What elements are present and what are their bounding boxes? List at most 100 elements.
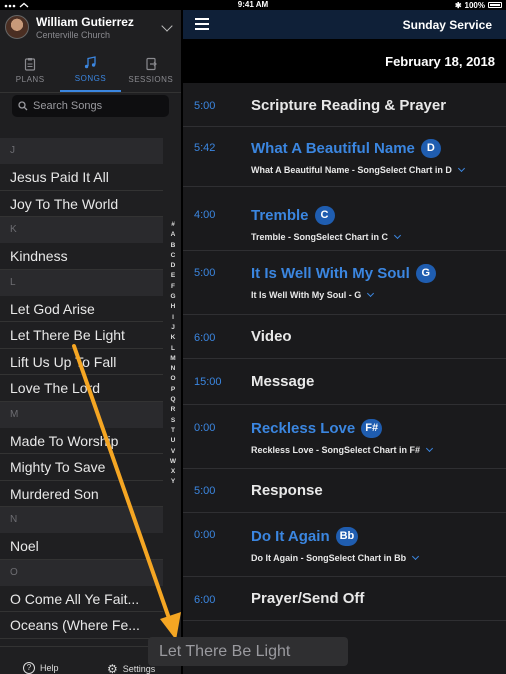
index-letter[interactable]: L (171, 344, 175, 354)
list-item[interactable]: Jesus Paid It All (0, 164, 163, 191)
tab-plans[interactable]: PLANS (0, 48, 60, 92)
list-item[interactable]: Kindness (0, 243, 163, 270)
plan-item-row[interactable]: 5:42 What A Beautiful Name D What A Beautif… (183, 127, 506, 187)
item-title: Response (251, 482, 323, 499)
list-item[interactable]: Lift Us Up To Fall (0, 349, 163, 375)
alphabet-index[interactable]: # A B C D E F G H I J K L M N O P Q R S T U V W X Y (167, 220, 179, 488)
index-letter[interactable]: W (170, 457, 176, 467)
item-title-text: Video (251, 328, 292, 345)
list-item[interactable]: Made To Worship (0, 428, 163, 454)
account-name: William Gutierrez (36, 15, 134, 29)
tab-plans-label: PLANS (15, 74, 45, 84)
section-header-n: N (0, 507, 163, 533)
arrangement-selector[interactable]: Tremble - SongSelect Chart in C (251, 231, 402, 242)
sessions-icon (146, 57, 157, 70)
song-title-link[interactable]: Do It Again Bb (251, 527, 359, 546)
item-length: 6:00 (194, 594, 216, 606)
index-letter[interactable]: I (172, 313, 174, 323)
tab-songs[interactable]: SONGS (60, 48, 121, 92)
index-letter[interactable]: P (171, 385, 175, 395)
item-title-text: Prayer/Send Off (251, 590, 365, 607)
clipboard-icon (25, 57, 36, 71)
tab-sessions[interactable]: SESSIONS (121, 48, 181, 92)
index-letter[interactable]: K (171, 333, 176, 343)
list-item[interactable]: Noel (0, 533, 163, 560)
index-letter[interactable]: A (171, 230, 176, 240)
account-switcher[interactable]: William Gutierrez Centerville Church (0, 10, 181, 46)
bluetooth-icon: ✱ (454, 0, 462, 10)
list-item[interactable]: Love The Lord (0, 375, 163, 402)
status-bar: 9:41 AM ✱ 100% (0, 0, 506, 10)
arrangement-selector[interactable]: What A Beautiful Name - SongSelect Chart… (251, 164, 465, 175)
arrangement-selector[interactable]: Reckless Love - SongSelect Chart in F# (251, 444, 434, 455)
list-item[interactable]: Joy To The World (0, 191, 163, 217)
plan-item-row[interactable]: 6:00 Prayer/Send Off (183, 577, 506, 621)
song-title-link[interactable]: Reckless Love F# (251, 419, 383, 438)
plan-item-row[interactable]: 15:00 Message (183, 359, 506, 405)
item-title-text: Reckless Love (251, 420, 356, 437)
list-item[interactable]: Murdered Son (0, 481, 163, 507)
list-item[interactable]: Let God Arise (0, 296, 163, 322)
index-letter[interactable]: T (171, 426, 175, 436)
plan-item-row[interactable]: 4:00 Tremble C Tremble - SongSelect Chart i… (183, 187, 506, 251)
sidebar-tabs: PLANS SONGS SESSIONS (0, 48, 181, 93)
index-letter[interactable]: F (171, 282, 175, 292)
item-length: 5:00 (194, 485, 216, 497)
menu-icon[interactable] (195, 18, 209, 30)
index-letter[interactable]: V (171, 447, 175, 457)
item-title-text: What A Beautiful Name (251, 140, 415, 157)
item-title: Scripture Reading & Prayer (251, 97, 446, 114)
battery-percent: 100% (464, 0, 485, 10)
index-letter[interactable]: G (170, 292, 175, 302)
tab-sessions-label: SESSIONS (128, 74, 174, 84)
arrangement-selector[interactable]: Do It Again - SongSelect Chart in Bb (251, 552, 420, 563)
tab-songs-label: SONGS (74, 73, 107, 83)
key-badge: C (314, 206, 335, 225)
plan-item-row[interactable]: 5:00 It Is Well With My Soul G It Is Well W… (183, 251, 506, 315)
drag-preview[interactable]: Let There Be Light (148, 637, 348, 666)
avatar (5, 15, 29, 39)
list-item[interactable]: O Come All Ye Fait... (0, 586, 163, 612)
plan-item-row[interactable]: 5:00 Scripture Reading & Prayer (183, 83, 506, 127)
song-title-link[interactable]: It Is Well With My Soul G (251, 264, 436, 283)
search-bar (12, 95, 169, 117)
index-letter[interactable]: B (171, 241, 176, 251)
list-item[interactable]: Let There Be Light (0, 322, 163, 349)
index-letter[interactable]: E (171, 271, 175, 281)
key-badge: G (415, 264, 436, 283)
arrangement-label: Do It Again - SongSelect Chart in Bb (251, 553, 407, 563)
index-letter[interactable]: C (171, 251, 176, 261)
plan-item-row[interactable]: 5:00 Response (183, 469, 506, 513)
plan-items: 5:00 Scripture Reading & Prayer 5:42 What A… (183, 83, 506, 621)
account-organization: Centerville Church (36, 30, 111, 40)
plan-item-row[interactable]: 6:00 Video (183, 315, 506, 359)
index-letter[interactable]: N (171, 364, 176, 374)
item-length: 4:00 (194, 209, 216, 221)
index-letter[interactable]: X (171, 467, 175, 477)
index-letter[interactable]: O (170, 374, 175, 384)
music-note-icon (85, 55, 97, 68)
index-letter[interactable]: # (171, 220, 175, 230)
plan-date-bar: February 18, 2018 (183, 39, 506, 83)
index-letter[interactable]: R (171, 405, 176, 415)
item-length: 0:00 (194, 422, 216, 434)
song-title-link[interactable]: Tremble C (251, 206, 335, 225)
arrangement-selector[interactable]: It Is Well With My Soul - G (251, 289, 375, 300)
index-letter[interactable]: U (171, 436, 176, 446)
list-item[interactable]: Mighty To Save (0, 454, 163, 481)
search-input[interactable] (33, 100, 163, 112)
index-letter[interactable]: Y (171, 477, 175, 487)
plan-item-row[interactable]: 0:00 Reckless Love F# Reckless Love - SongS… (183, 405, 506, 469)
index-letter[interactable]: Q (170, 395, 175, 405)
item-title-text: Message (251, 373, 315, 390)
index-letter[interactable]: J (171, 323, 175, 333)
index-letter[interactable]: M (170, 354, 175, 364)
index-letter[interactable]: H (171, 302, 176, 312)
song-title-link[interactable]: What A Beautiful Name D (251, 139, 441, 158)
index-letter[interactable]: D (171, 261, 176, 271)
list-item[interactable]: Oceans (Where Fe... (0, 612, 163, 639)
help-button[interactable]: ? Help (23, 662, 59, 674)
index-letter[interactable]: S (171, 416, 175, 426)
battery-icon (488, 2, 502, 8)
plan-item-row[interactable]: 0:00 Do It Again Bb Do It Again - SongSelec… (183, 513, 506, 577)
